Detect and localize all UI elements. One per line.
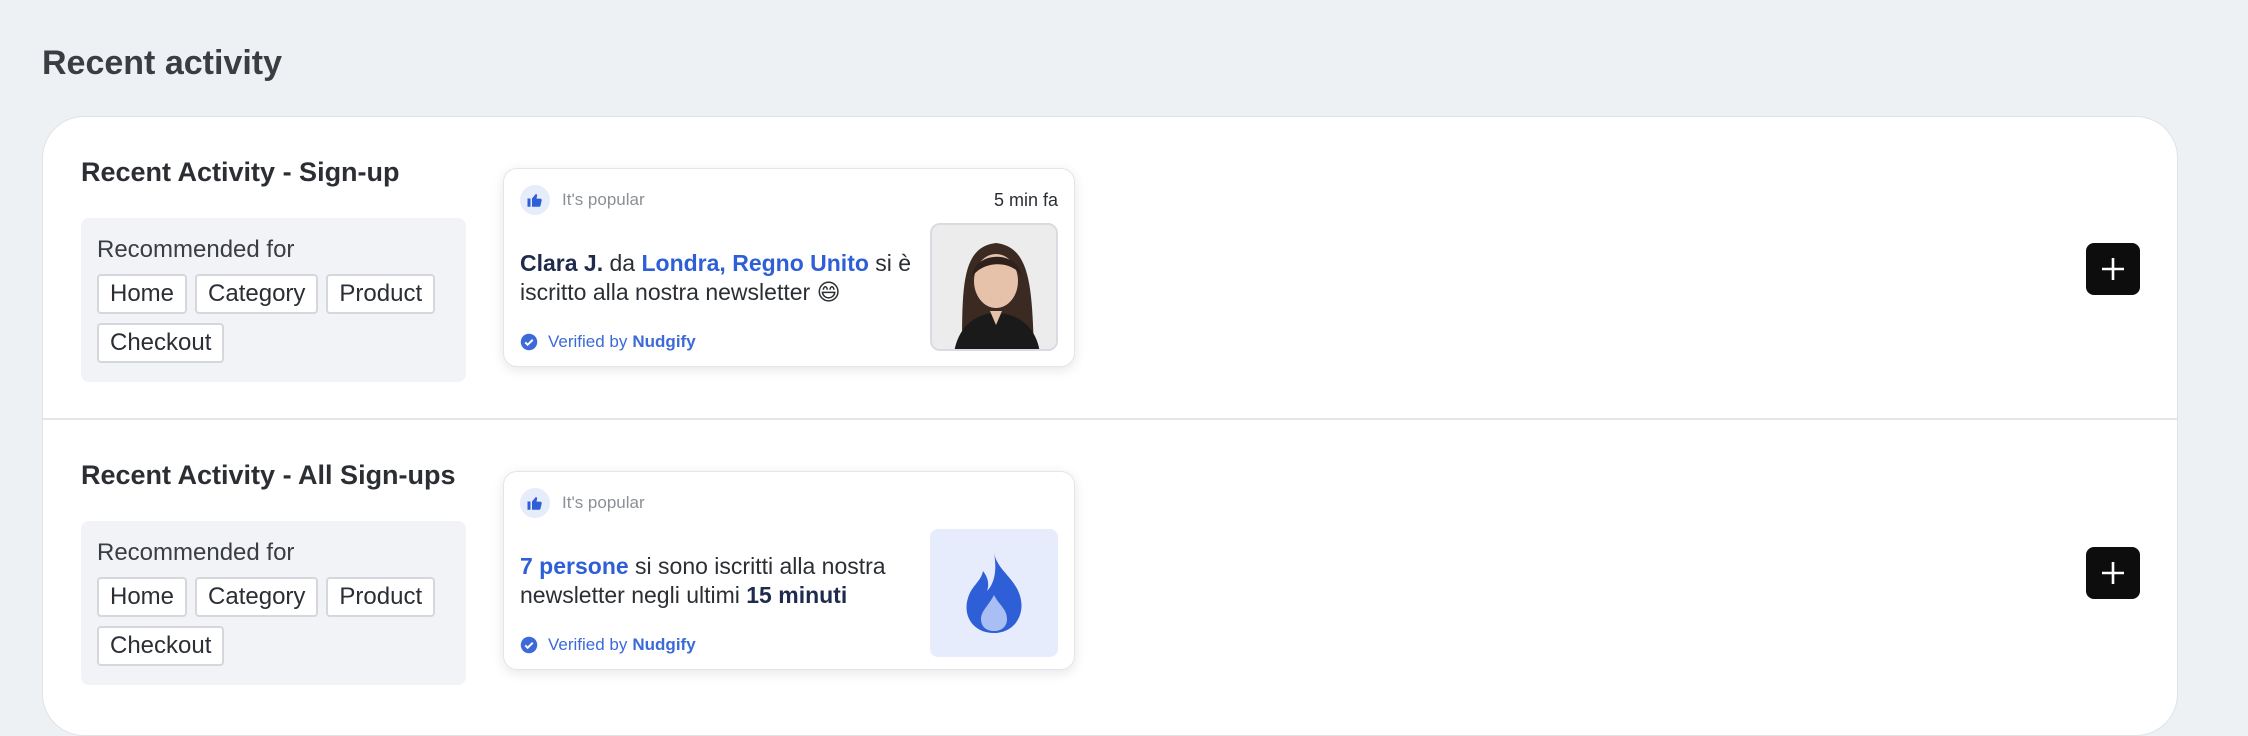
notification-message: Clara J. da Londra, Regno Unito si è isc… xyxy=(520,249,920,307)
activity-row-signup: Recent Activity - Sign-up Recommended fo… xyxy=(43,117,2177,420)
thumbs-up-icon xyxy=(520,185,550,215)
thumbs-up-icon xyxy=(520,488,550,518)
tag-home: Home xyxy=(97,577,188,617)
add-button[interactable] xyxy=(2086,243,2140,295)
page-title: Recent activity xyxy=(42,44,282,82)
person-avatar xyxy=(930,223,1058,351)
verified-line: Verified by Nudgify xyxy=(520,332,696,352)
notification-preview[interactable]: It's popular 5 min fa Clara J. da Londra… xyxy=(503,168,1075,367)
tag-category: Category xyxy=(195,577,319,617)
row-title: Recent Activity - All Sign-ups xyxy=(81,460,456,490)
verified-line: Verified by Nudgify xyxy=(520,635,696,655)
notification-header: It's popular 5 min fa xyxy=(520,183,1058,217)
tag-product: Product xyxy=(326,577,436,617)
fire-icon xyxy=(966,553,1022,633)
verified-check-icon xyxy=(520,636,538,654)
recommended-label: Recommended for xyxy=(97,236,295,263)
popular-badge: It's popular xyxy=(562,493,645,512)
notification-message: 7 persone si sono iscritti alla nostra n… xyxy=(520,552,920,610)
recommended-label: Recommended for xyxy=(97,539,295,566)
activity-panel: Recent Activity - Sign-up Recommended fo… xyxy=(42,116,2178,736)
fire-icon-tile xyxy=(930,529,1058,657)
plus-icon xyxy=(2102,562,2124,584)
verified-brand: Nudgify xyxy=(632,332,696,351)
tag-checkout: Checkout xyxy=(97,323,225,363)
notification-period: 15 minuti xyxy=(746,582,848,608)
notification-header: It's popular xyxy=(520,486,1058,520)
verified-brand: Nudgify xyxy=(632,635,696,654)
tag-product: Product xyxy=(326,274,436,314)
popular-badge: It's popular xyxy=(562,190,645,209)
row-title: Recent Activity - Sign-up xyxy=(81,157,400,187)
notification-name: Clara J. xyxy=(520,250,604,276)
activity-row-all-signups: Recent Activity - All Sign-ups Recommend… xyxy=(43,420,2177,723)
tag-checkout: Checkout xyxy=(97,626,225,666)
verified-prefix: Verified by xyxy=(548,332,628,351)
add-button[interactable] xyxy=(2086,547,2140,599)
tag-list: Home Category Product Checkout xyxy=(97,274,457,363)
notification-time: 5 min fa xyxy=(993,189,1058,210)
plus-icon xyxy=(2102,258,2124,280)
notification-preview[interactable]: It's popular 7 persone si sono iscritti … xyxy=(503,471,1075,670)
verified-check-icon xyxy=(520,333,538,351)
tag-home: Home xyxy=(97,274,188,314)
verified-prefix: Verified by xyxy=(548,635,628,654)
tag-category: Category xyxy=(195,274,319,314)
recommended-box: Recommended for Home Category Product Ch… xyxy=(81,218,466,382)
recommended-box: Recommended for Home Category Product Ch… xyxy=(81,521,466,685)
notification-location: Londra, Regno Unito xyxy=(641,250,869,276)
notification-count: 7 persone xyxy=(520,553,629,579)
notification-from: da xyxy=(609,250,636,276)
tag-list: Home Category Product Checkout xyxy=(97,577,457,666)
